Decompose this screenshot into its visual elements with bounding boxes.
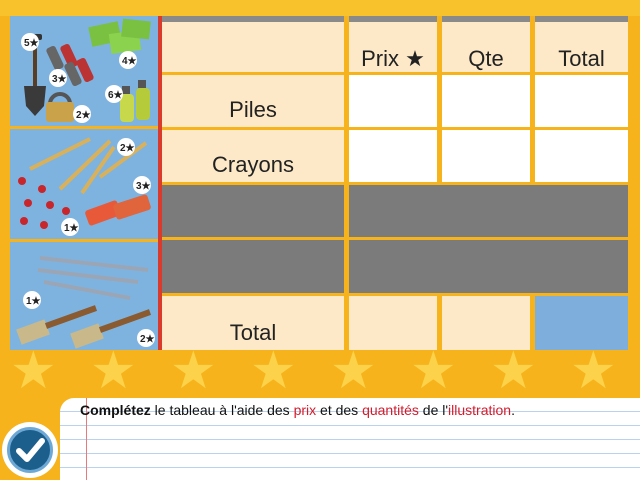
piles-qte-input[interactable] bbox=[442, 75, 530, 127]
total-qte-cell bbox=[442, 296, 530, 350]
game-screen: ★ ★ ★ ★ ★ ★ ★ ★ 5★ 3★ 4★ 2★ 6★ 2★ 3★ 1★ … bbox=[0, 0, 640, 480]
instruction-keyword-prix: prix bbox=[293, 402, 317, 418]
star-icon: ★ bbox=[170, 345, 217, 400]
disabled-cell bbox=[162, 240, 344, 293]
illustration-cell: 1★ 2★ bbox=[10, 242, 158, 350]
row-label: Total bbox=[229, 320, 277, 345]
total-prix-cell bbox=[349, 296, 437, 350]
instruction-part: le tableau à l'aide des bbox=[150, 402, 294, 418]
row-label-piles: Piles bbox=[162, 75, 344, 127]
star-icon: ★ bbox=[490, 345, 537, 400]
row-label-crayons: Crayons bbox=[162, 130, 344, 182]
instruction-part: . bbox=[511, 402, 515, 418]
instruction-keyword-illustration: illustration bbox=[448, 402, 512, 418]
instruction-text: Complétez le tableau à l'aide des prix e… bbox=[80, 402, 635, 418]
header-prix-cell: Prix ★ bbox=[349, 22, 437, 72]
svg-text:6★: 6★ bbox=[108, 90, 123, 101]
spray-bottles-icon bbox=[120, 80, 150, 122]
validate-button-face[interactable] bbox=[7, 427, 53, 473]
illustration-panel: 5★ 3★ 4★ 2★ 6★ 2★ 3★ 1★ 1★ 2★ bbox=[10, 16, 158, 350]
header-total: Total bbox=[558, 46, 605, 71]
crayons-total-input[interactable] bbox=[535, 130, 628, 182]
svg-text:1★: 1★ bbox=[26, 296, 41, 307]
header-total-cell: Total bbox=[535, 22, 628, 72]
price-table: Prix ★ Qte Total Piles Crayons Total bbox=[162, 16, 628, 350]
instruction-keyword-quantites: quantités bbox=[362, 402, 419, 418]
envelopes-icon bbox=[88, 18, 151, 54]
crayons-prix-input[interactable] bbox=[349, 130, 437, 182]
row-label: Crayons bbox=[212, 152, 294, 177]
header-qte: Qte bbox=[468, 46, 504, 71]
star-icon: ★ bbox=[10, 345, 57, 400]
illustration-cell: 2★ 3★ 1★ bbox=[10, 129, 158, 242]
svg-text:5★: 5★ bbox=[24, 38, 39, 49]
disabled-cell bbox=[162, 185, 344, 237]
svg-text:3★: 3★ bbox=[136, 181, 151, 192]
row-label: Piles bbox=[229, 97, 277, 122]
svg-text:2★: 2★ bbox=[120, 143, 135, 154]
svg-text:2★: 2★ bbox=[76, 110, 91, 121]
svg-text:1★: 1★ bbox=[64, 223, 79, 234]
header-qte-cell: Qte bbox=[442, 22, 530, 72]
star-icon: ★ bbox=[570, 345, 617, 400]
checkmark-icon bbox=[16, 438, 45, 462]
star-icon: ★ bbox=[330, 345, 377, 400]
svg-text:3★: 3★ bbox=[52, 74, 67, 85]
paintbrushes-icon bbox=[16, 305, 152, 349]
price-badge: 2★ 3★ 1★ bbox=[61, 138, 151, 236]
top-border bbox=[0, 0, 640, 16]
illustration-cell: 5★ 3★ 4★ 2★ 6★ bbox=[10, 16, 158, 129]
star-background: ★ ★ ★ ★ ★ ★ ★ ★ bbox=[0, 345, 640, 405]
instruction-part: et des bbox=[316, 402, 363, 418]
star-icon: ★ bbox=[250, 345, 297, 400]
grand-total-input[interactable] bbox=[535, 296, 628, 350]
erasers-icon bbox=[85, 194, 151, 226]
star-icon: ★ bbox=[410, 345, 457, 400]
header-prix: Prix ★ bbox=[361, 46, 425, 71]
crayons-qte-input[interactable] bbox=[442, 130, 530, 182]
instruction-bold: Complétez bbox=[80, 402, 151, 418]
svg-text:4★: 4★ bbox=[122, 56, 137, 67]
row-label-total: Total bbox=[162, 296, 344, 350]
disabled-cell bbox=[349, 185, 628, 237]
pens-icon bbox=[37, 256, 149, 300]
header-label-cell bbox=[162, 22, 344, 72]
svg-text:2★: 2★ bbox=[140, 334, 155, 345]
piles-total-input[interactable] bbox=[535, 75, 628, 127]
disabled-cell bbox=[349, 240, 628, 293]
validate-button[interactable] bbox=[2, 422, 58, 478]
instruction-part: de l' bbox=[418, 402, 449, 418]
piles-prix-input[interactable] bbox=[349, 75, 437, 127]
star-icon: ★ bbox=[90, 345, 137, 400]
padlock-icon bbox=[46, 92, 74, 122]
